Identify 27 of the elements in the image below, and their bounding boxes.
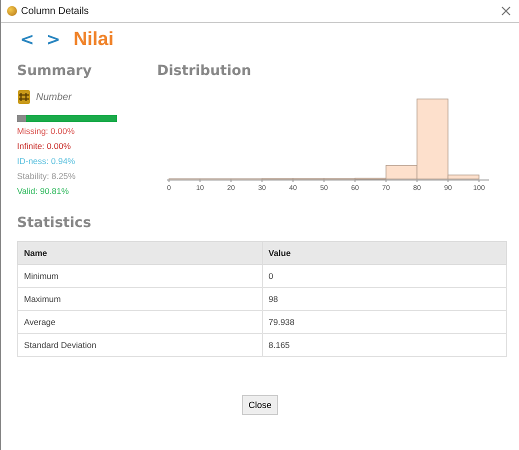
table-cell: Standard Deviation [18, 334, 262, 356]
quality-stat: Valid: 90.81% [17, 185, 70, 197]
table-cell: 8.165 [262, 334, 506, 356]
column-header: Value [262, 242, 506, 264]
column-header: Name [18, 242, 262, 264]
table-cell: 79.938 [262, 310, 506, 334]
close-dialog-button[interactable]: Close [242, 395, 278, 415]
next-button[interactable]: > [43, 30, 64, 50]
column-name: Nilai [74, 29, 114, 51]
table-cell: 0 [262, 264, 506, 288]
previous-button[interactable]: < [17, 30, 38, 50]
table-cell: Minimum [18, 264, 262, 288]
quality-stat: Missing: 0.00% [17, 125, 76, 137]
table-cell: Maximum [18, 288, 262, 310]
summary-heading: Summary [17, 63, 93, 79]
quality-stat: Infinite: 0.00% [17, 140, 72, 152]
table-cell: Average [18, 310, 262, 334]
app-icon [7, 6, 17, 16]
quality-stat: Stability: 8.25% [17, 170, 77, 182]
window-title: Column Details [21, 6, 89, 16]
quality-stat: ID-ness: 0.94% [17, 155, 76, 167]
number-type-icon [17, 89, 31, 105]
distribution-heading: Distribution [157, 63, 252, 79]
type-label: Number [36, 92, 72, 102]
statistics-heading: Statistics [16, 215, 92, 231]
close-button[interactable] [499, 4, 513, 18]
table-cell: 98 [262, 288, 506, 310]
